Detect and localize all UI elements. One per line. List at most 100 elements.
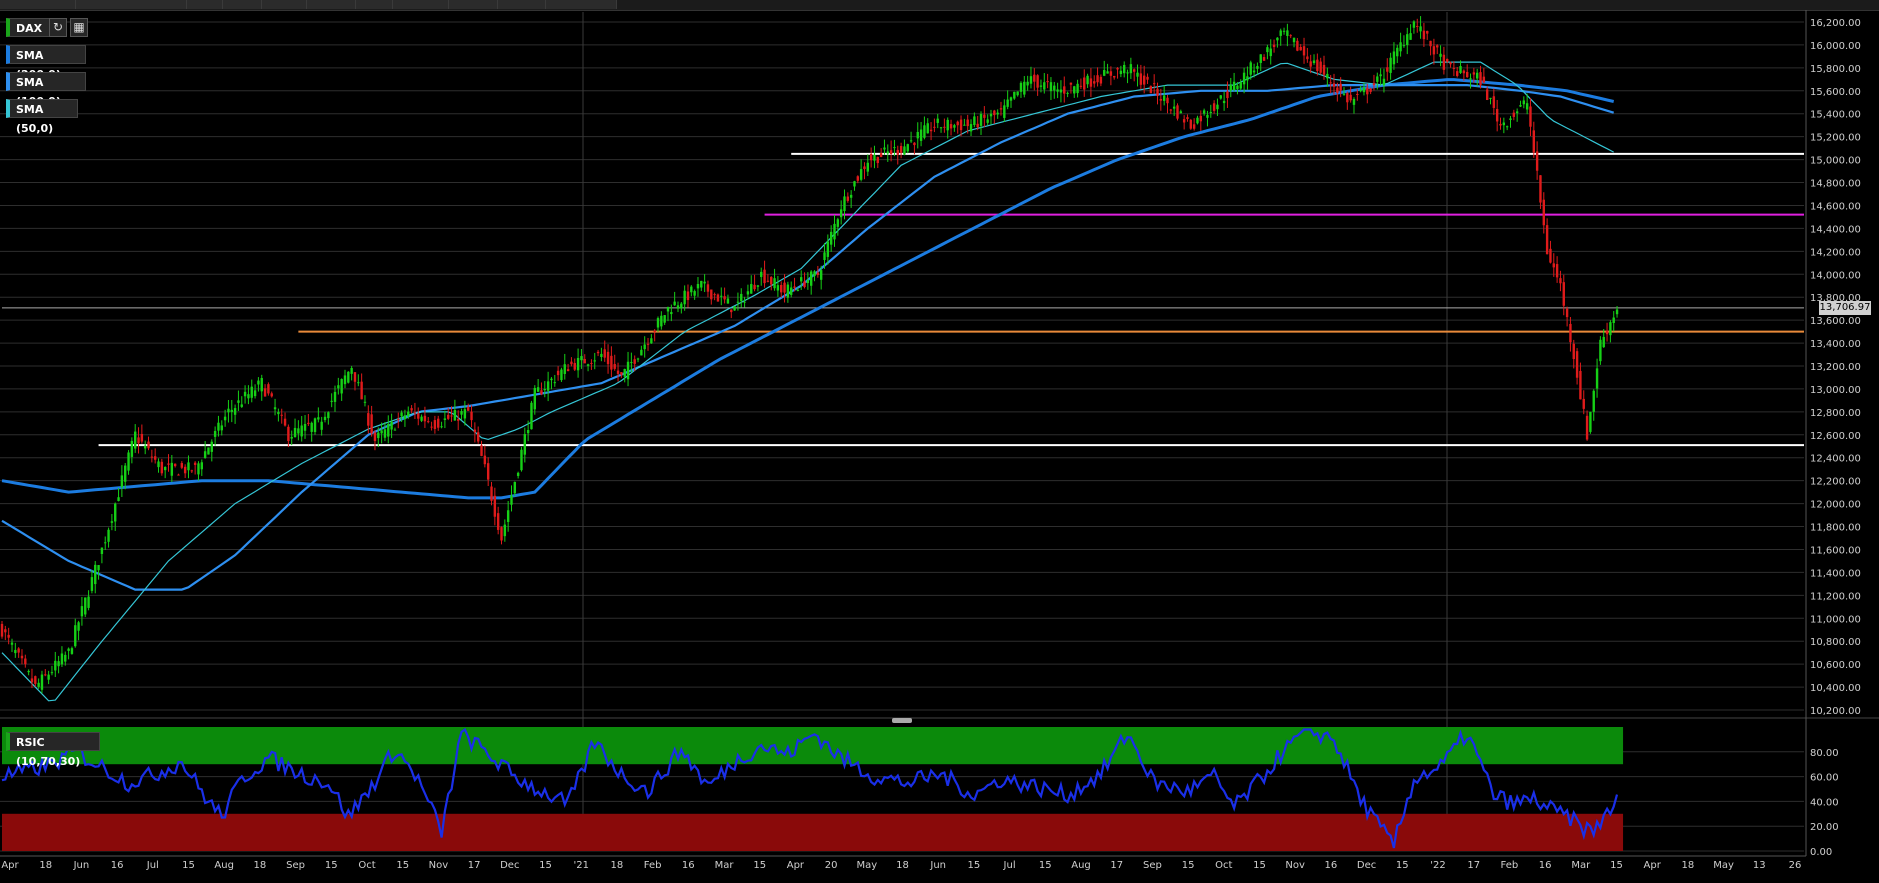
candle-body — [337, 385, 340, 389]
candle-body — [1575, 351, 1579, 378]
candle-body — [34, 676, 37, 684]
candle-body — [1319, 61, 1322, 73]
candle-body — [447, 414, 450, 419]
candle-body — [1206, 114, 1209, 118]
y-tick-label: 14,600.00 — [1810, 201, 1861, 212]
legend-rsi[interactable]: RSIC (10,70,30) — [6, 732, 100, 768]
x-tick-label: 17 — [468, 860, 481, 871]
candle-body — [84, 597, 87, 615]
candle-body — [770, 276, 773, 285]
candle-body — [1512, 112, 1516, 117]
candle-body — [247, 394, 250, 399]
x-tick-label: 16 — [1325, 860, 1338, 871]
y-tick-label: 11,200.00 — [1810, 591, 1861, 602]
calendar-icon[interactable]: ▦ — [70, 18, 88, 37]
candle-body — [493, 495, 497, 517]
legend-sma50[interactable]: SMA (50,0) — [6, 99, 78, 135]
legend-sma200[interactable]: SMA (200,0) — [6, 45, 86, 81]
candle-body — [67, 648, 70, 651]
candle-body — [1529, 106, 1532, 127]
candle-body — [410, 408, 413, 411]
candle-body — [563, 364, 566, 374]
x-tick-label: Jun — [73, 860, 90, 871]
candle-body — [24, 658, 27, 665]
candle-body — [1239, 82, 1242, 89]
candle-body — [633, 359, 636, 364]
dax-chart[interactable]: 16,200.00 16,000.00 15,800.00 15,600.00 15,4… — [0, 0, 1879, 883]
rsi-tick-label: 0.00 — [1810, 847, 1832, 858]
candle-body — [1306, 56, 1309, 60]
candle-body — [1326, 73, 1329, 79]
pane-splitter-handle[interactable] — [892, 718, 912, 723]
candle-body — [1449, 62, 1452, 65]
candle-body — [1302, 46, 1306, 56]
refresh-icon[interactable]: ↻ — [49, 18, 67, 37]
x-tick-label: Apr — [787, 860, 805, 871]
candle-body — [1419, 26, 1422, 32]
candle-body — [1612, 317, 1615, 324]
candle-body — [134, 431, 137, 449]
candle-body — [996, 112, 999, 115]
candle-body — [956, 121, 959, 126]
candle-body — [223, 416, 227, 421]
candle-body — [1269, 48, 1272, 57]
legend-dax-label: DAX — [16, 22, 43, 35]
y-tick-label: 14,000.00 — [1810, 270, 1861, 281]
candle-body — [1189, 119, 1193, 129]
candle-body — [1362, 87, 1366, 93]
candle-body — [4, 629, 7, 633]
candle-body — [1109, 71, 1113, 76]
candle-body — [1282, 30, 1286, 32]
candle-body — [1226, 91, 1229, 99]
x-tick-label: 15 — [1039, 860, 1052, 871]
candle-body — [1599, 339, 1602, 362]
candle-body — [250, 386, 253, 398]
x-tick-label: '21 — [573, 860, 588, 871]
candle-body — [407, 411, 410, 417]
candle-body — [706, 284, 710, 292]
candle-body — [1366, 87, 1369, 95]
candle-body — [486, 463, 490, 480]
candle-body — [1402, 45, 1406, 47]
candle-body — [140, 433, 144, 442]
candle-body — [1379, 74, 1382, 77]
candle-body — [1432, 46, 1436, 55]
candle-body — [417, 413, 420, 419]
candle-body — [576, 357, 580, 371]
candle-body — [1409, 33, 1412, 40]
y-tick-label: 10,400.00 — [1810, 683, 1861, 694]
candle-body — [1162, 95, 1166, 101]
candle-body — [383, 429, 387, 438]
candle-body — [213, 430, 217, 437]
candle-body — [1296, 40, 1299, 51]
candle-body — [473, 429, 477, 433]
candle-body — [1592, 390, 1595, 412]
candle-body — [1309, 61, 1312, 67]
x-tick-label: 15 — [753, 860, 766, 871]
candle-body — [227, 408, 230, 413]
candle-body — [207, 447, 210, 455]
candle-body — [1426, 30, 1429, 34]
candle-body — [959, 119, 963, 131]
candle-body — [553, 382, 556, 384]
x-tick-label: Apr — [1644, 860, 1662, 871]
candle-body — [30, 678, 34, 683]
x-tick-label: 16 — [682, 860, 695, 871]
candle-body — [1186, 117, 1189, 119]
candle-body — [1159, 98, 1163, 101]
candle-body — [630, 362, 633, 364]
candle-body — [1349, 94, 1352, 101]
candle-body — [730, 309, 733, 313]
legend-sma100[interactable]: SMA (100,0) — [6, 72, 86, 108]
candle-body — [903, 146, 906, 155]
candle-body — [1106, 71, 1109, 74]
candle-body — [750, 284, 753, 294]
candle-body — [320, 421, 323, 430]
candle-body — [660, 315, 663, 327]
legend-dax[interactable]: DAX — [6, 18, 50, 37]
candle-body — [1412, 21, 1416, 28]
candle-body — [1276, 37, 1279, 41]
candle-body — [763, 269, 766, 284]
candle-body — [1286, 30, 1289, 36]
candle-body — [793, 286, 796, 288]
